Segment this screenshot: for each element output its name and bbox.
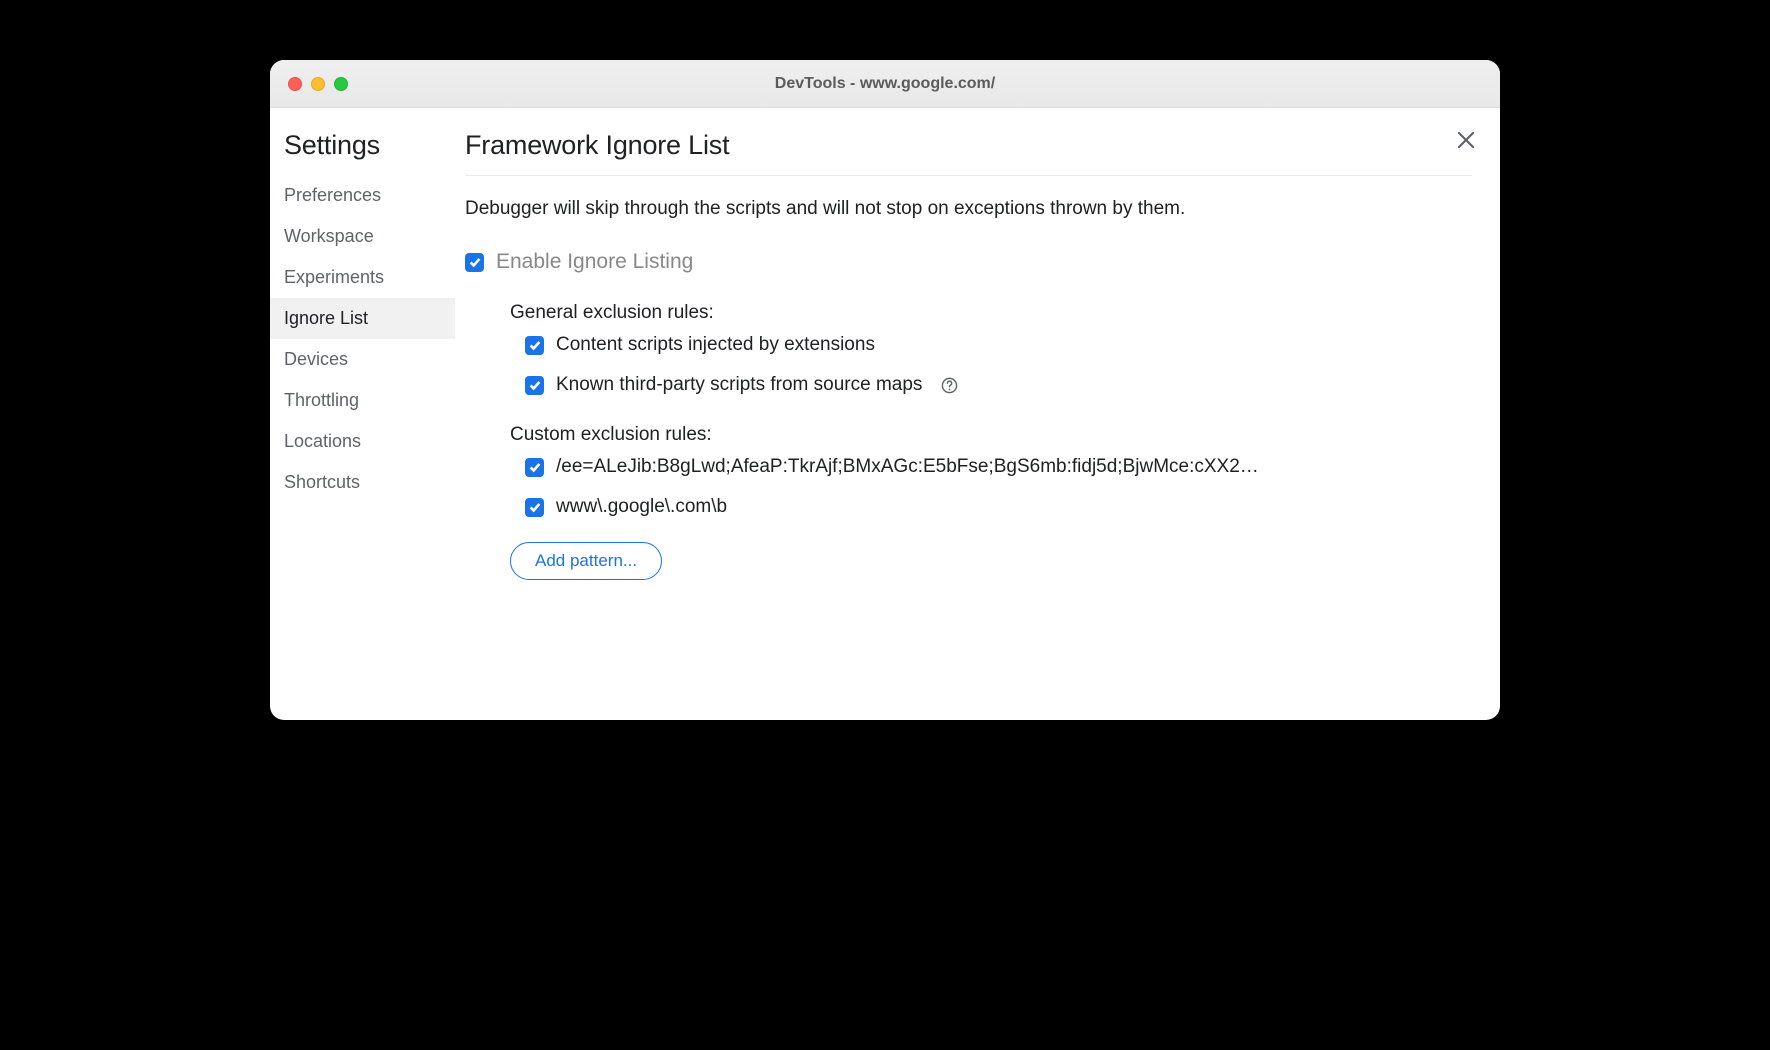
sidebar-item-ignore-list[interactable]: Ignore List xyxy=(270,298,455,339)
custom-rule-1: www\.google\.com\b xyxy=(525,496,1472,518)
help-icon[interactable] xyxy=(940,376,959,395)
settings-main: Framework Ignore List Debugger will skip… xyxy=(455,108,1500,720)
sidebar-item-throttling[interactable]: Throttling xyxy=(270,380,455,421)
sidebar-item-shortcuts[interactable]: Shortcuts xyxy=(270,462,455,503)
third-party-label: Known third-party scripts from source ma… xyxy=(556,374,922,396)
third-party-checkbox[interactable] xyxy=(525,376,544,395)
enable-ignore-listing-label: Enable Ignore Listing xyxy=(496,250,693,274)
sidebar-item-preferences[interactable]: Preferences xyxy=(270,175,455,216)
sidebar-item-label: Shortcuts xyxy=(284,472,360,492)
close-icon[interactable] xyxy=(1454,128,1478,152)
custom-rule-1-checkbox[interactable] xyxy=(525,498,544,517)
enable-ignore-listing-option: Enable Ignore Listing xyxy=(465,250,1472,274)
sidebar-item-label: Workspace xyxy=(284,226,374,246)
settings-sidebar: Settings Preferences Workspace Experimen… xyxy=(270,108,455,720)
sidebar-item-label: Devices xyxy=(284,349,348,369)
sidebar-item-label: Preferences xyxy=(284,185,381,205)
enable-ignore-listing-checkbox[interactable] xyxy=(465,253,484,272)
page-description: Debugger will skip through the scripts a… xyxy=(465,198,1472,220)
add-pattern-button[interactable]: Add pattern... xyxy=(510,542,662,580)
sidebar-item-label: Experiments xyxy=(284,267,384,287)
custom-rule-0-label: /ee=ALeJib:B8gLwd;AfeaP:TkrAjf;BMxAGc:E5… xyxy=(556,456,1259,478)
window-minimize-button[interactable] xyxy=(311,77,325,91)
window-title: DevTools - www.google.com/ xyxy=(270,75,1500,93)
sidebar-item-devices[interactable]: Devices xyxy=(270,339,455,380)
page-title: Framework Ignore List xyxy=(465,130,1472,176)
content-scripts-label: Content scripts injected by extensions xyxy=(556,334,875,356)
window-close-button[interactable] xyxy=(288,77,302,91)
sidebar-item-label: Ignore List xyxy=(284,308,368,328)
sidebar-item-label: Throttling xyxy=(284,390,359,410)
custom-rules-heading: Custom exclusion rules: xyxy=(510,424,1472,446)
custom-rule-0-checkbox[interactable] xyxy=(525,458,544,477)
custom-rule-1-label: www\.google\.com\b xyxy=(556,496,727,518)
window-titlebar: DevTools - www.google.com/ xyxy=(270,60,1500,108)
sidebar-item-label: Locations xyxy=(284,431,361,451)
sidebar-item-locations[interactable]: Locations xyxy=(270,421,455,462)
sidebar-item-workspace[interactable]: Workspace xyxy=(270,216,455,257)
sidebar-item-experiments[interactable]: Experiments xyxy=(270,257,455,298)
general-rules-heading: General exclusion rules: xyxy=(510,302,1472,324)
sidebar-title: Settings xyxy=(270,130,455,175)
general-rule-third-party: Known third-party scripts from source ma… xyxy=(525,374,1472,396)
content-scripts-checkbox[interactable] xyxy=(525,336,544,355)
window-zoom-button[interactable] xyxy=(334,77,348,91)
content-area: Settings Preferences Workspace Experimen… xyxy=(270,108,1500,720)
custom-rule-0: /ee=ALeJib:B8gLwd;AfeaP:TkrAjf;BMxAGc:E5… xyxy=(525,456,1472,478)
devtools-window: DevTools - www.google.com/ Settings Pref… xyxy=(270,60,1500,720)
window-controls xyxy=(270,77,348,91)
general-rule-content-scripts: Content scripts injected by extensions xyxy=(525,334,1472,356)
